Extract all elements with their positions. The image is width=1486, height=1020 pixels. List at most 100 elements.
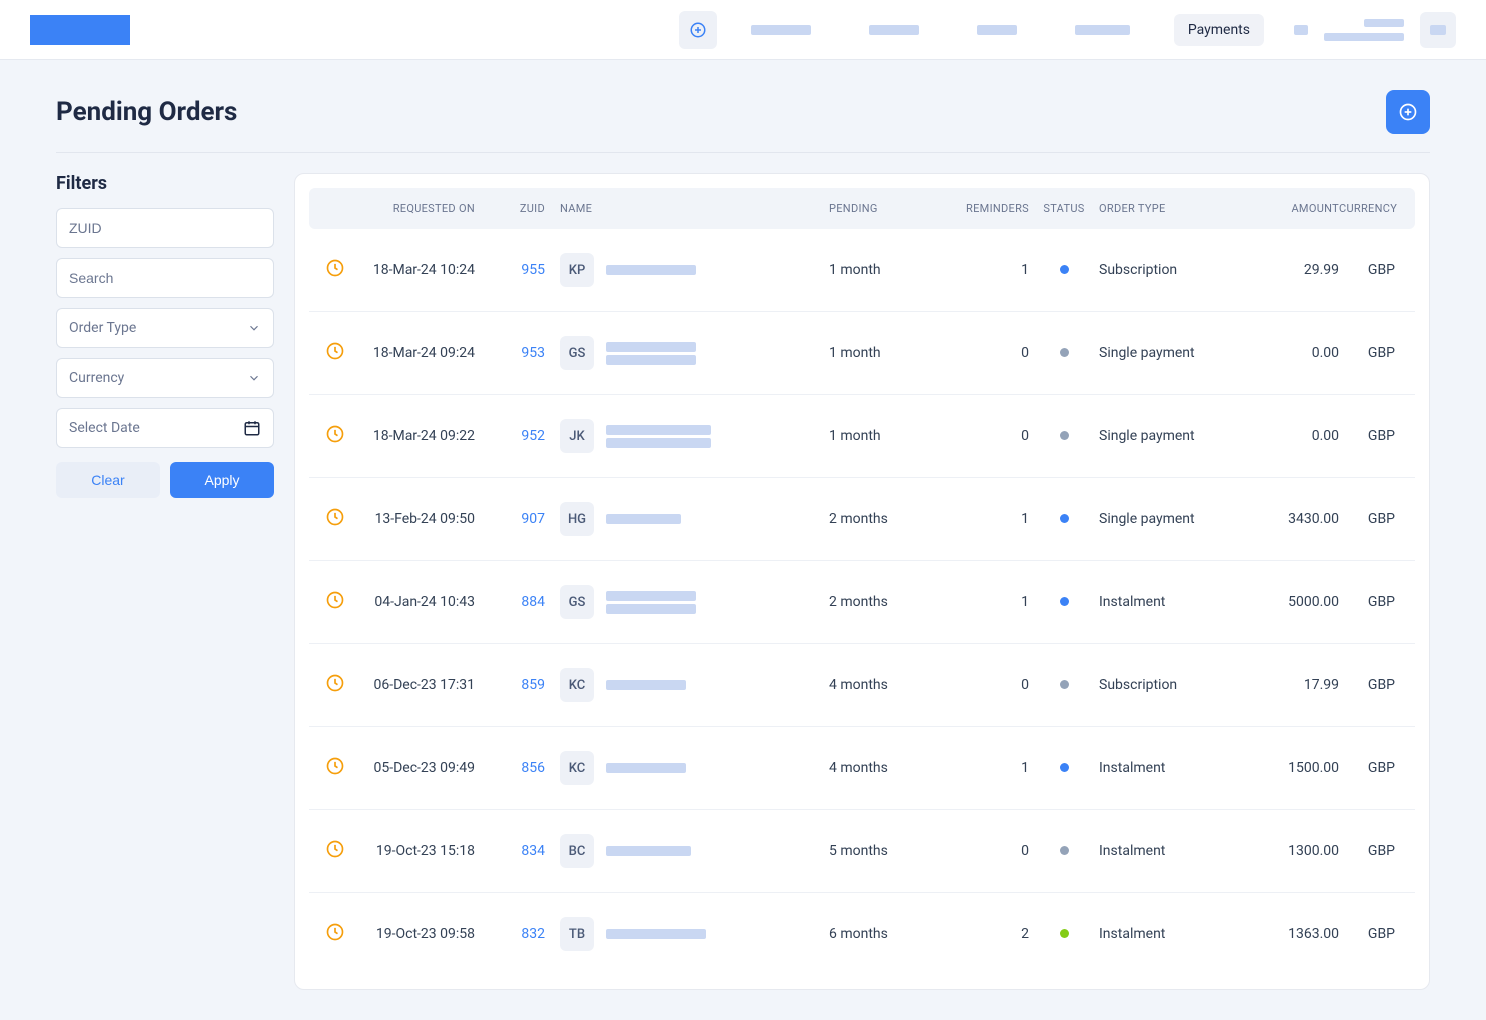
cell-amount: 1363.00 [1249,926,1339,942]
search-input[interactable] [56,258,274,298]
cell-pending: 1 month [829,262,939,278]
currency-select[interactable]: Currency [56,358,274,398]
date-label: Select Date [69,420,140,436]
status-dot [1060,680,1069,689]
table-row[interactable]: 18-Mar-24 10:24955KP1 month1Subscription… [309,229,1415,312]
col-zuid: ZUID [495,202,545,215]
cell-currency: GBP [1339,594,1399,610]
avatar: KC [560,668,594,702]
filters-panel: Filters Order Type Currency Select Date … [56,173,274,498]
table-row[interactable]: 18-Mar-24 09:22952JK1 month0Single payme… [309,395,1415,478]
clock-icon [325,258,345,278]
table-row[interactable]: 05-Dec-23 09:49856KC4 months1Instalment1… [309,727,1415,810]
zuid-link[interactable]: 953 [521,345,545,361]
cell-pending: 6 months [829,926,939,942]
cell-reminders: 1 [939,760,1029,776]
order-type-label: Order Type [69,320,136,336]
cell-order-type: Subscription [1099,262,1249,278]
clock-icon [325,590,345,610]
table-row[interactable]: 19-Oct-23 15:18834BC5 months0Instalment1… [309,810,1415,893]
clock-icon [325,424,345,444]
zuid-link[interactable]: 859 [521,677,545,693]
cell-pending: 4 months [829,677,939,693]
name-redacted [606,760,686,776]
name-redacted [606,926,706,942]
add-order-button[interactable] [1386,90,1430,134]
cell-date: 18-Mar-24 10:24 [365,262,495,278]
zuid-link[interactable]: 907 [521,511,545,527]
zuid-link[interactable]: 952 [521,428,545,444]
cell-currency: GBP [1339,345,1399,361]
col-requested-on: REQUESTED ON [365,202,495,215]
cell-currency: GBP [1339,926,1399,942]
clear-button[interactable]: Clear [56,462,160,498]
chevron-down-icon [247,321,261,335]
cell-order-type: Subscription [1099,677,1249,693]
user-avatar[interactable] [1420,12,1456,48]
cell-reminders: 0 [939,843,1029,859]
zuid-link[interactable]: 832 [521,926,545,942]
nav-item-3[interactable] [963,17,1031,43]
nav-item-4[interactable] [1061,17,1144,43]
apply-button[interactable]: Apply [170,462,274,498]
cell-amount: 1300.00 [1249,843,1339,859]
header-add-button[interactable] [679,11,717,49]
cell-date: 19-Oct-23 15:18 [365,843,495,859]
logo [30,15,130,45]
header-right [1294,12,1456,48]
zuid-link[interactable]: 884 [521,594,545,610]
status-dot [1060,929,1069,938]
page-title: Pending Orders [56,97,237,127]
table-row[interactable]: 13-Feb-24 09:50907HG2 months1Single paym… [309,478,1415,561]
name-redacted [606,339,696,368]
name-redacted [606,843,691,859]
table-row[interactable]: 19-Oct-23 09:58832TB6 months2Instalment1… [309,893,1415,975]
table-body: 18-Mar-24 10:24 955 KP 1 month 1 Subscription… [309,229,1415,975]
status-dot [1060,763,1069,772]
page-header: Pending Orders [56,90,1430,153]
zuid-link[interactable]: 856 [521,760,545,776]
table-row[interactable]: 04-Jan-24 10:43884GS2 months1Instalment5… [309,561,1415,644]
col-currency: CURRENCY [1339,202,1399,215]
cell-date: 13-Feb-24 09:50 [365,511,495,527]
user-info[interactable] [1324,19,1404,41]
calendar-icon [243,419,261,437]
orders-table: REQUESTED ON ZUID NAME PENDING REMINDERS… [294,173,1430,990]
order-type-select[interactable]: Order Type [56,308,274,348]
name-redacted [606,262,696,278]
cell-date: 18-Mar-24 09:22 [365,428,495,444]
avatar: BC [560,834,594,868]
avatar: KP [560,253,594,287]
cell-order-type: Single payment [1099,345,1249,361]
nav-item-payments[interactable]: Payments [1174,14,1264,46]
cell-date: 04-Jan-24 10:43 [365,594,495,610]
table-row[interactable]: 18-Mar-24 09:24953GS1 month0Single payme… [309,312,1415,395]
nav-item-1[interactable] [737,17,825,43]
nav-item-2[interactable] [855,17,933,43]
clock-icon [325,756,345,776]
avatar: TB [560,917,594,951]
status-dot [1060,514,1069,523]
date-picker[interactable]: Select Date [56,408,274,448]
clock-icon [325,341,345,361]
cell-reminders: 0 [939,428,1029,444]
clock-icon [325,507,345,527]
avatar: GS [560,336,594,370]
cell-order-type: Single payment [1099,511,1249,527]
cell-reminders: 0 [939,677,1029,693]
col-status: STATUS [1029,202,1099,215]
status-dot [1060,265,1069,274]
filters-title: Filters [56,173,274,194]
header-indicator [1294,25,1308,35]
table-row[interactable]: 06-Dec-23 17:31 859 KC 4 months0 Subscriptio… [309,644,1415,727]
zuid-link[interactable]: 834 [521,843,545,859]
cell-currency: GBP [1339,262,1399,278]
zuid-input[interactable] [56,208,274,248]
col-amount: AMOUNT [1249,202,1339,215]
col-name: NAME [545,202,829,215]
zuid-link[interactable]: 955 [521,262,545,278]
cell-order-type: Single payment [1099,428,1249,444]
cell-date: 06-Dec-23 17:31 [365,677,495,693]
app-header: Payments [0,0,1486,60]
cell-order-type: Instalment [1099,594,1249,610]
